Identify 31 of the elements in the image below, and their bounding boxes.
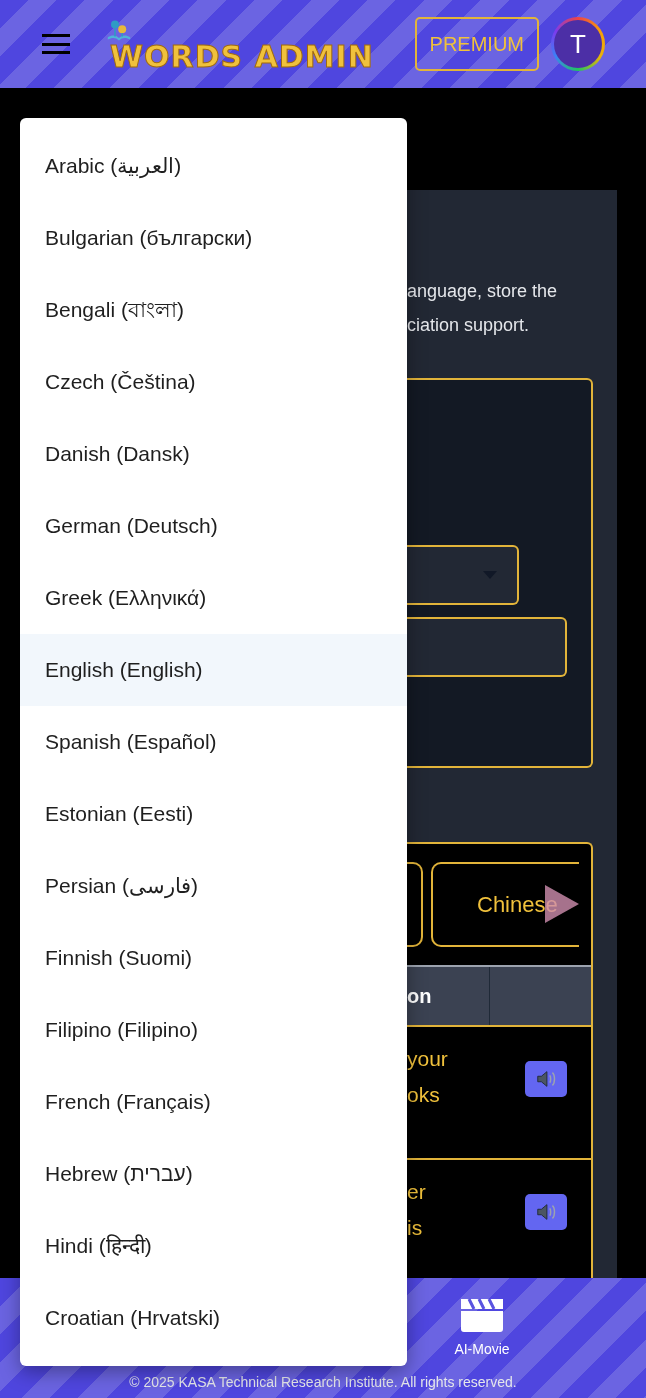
- language-option[interactable]: Arabic (العربية): [20, 130, 407, 202]
- nav-item[interactable]: AI-Movie: [432, 1290, 532, 1360]
- avatar[interactable]: T: [551, 17, 605, 71]
- description-text: ciation support.: [407, 314, 531, 337]
- language-option[interactable]: Finnish (Suomi): [20, 922, 407, 994]
- app-logo: WORDS ADMIN: [110, 42, 374, 72]
- description-text: anguage, store the: [407, 280, 559, 303]
- language-option[interactable]: Filipino (Filipino): [20, 994, 407, 1066]
- table-cell-text: your oks: [407, 1046, 449, 1108]
- language-option[interactable]: Hebrew (עברית): [20, 1138, 407, 1210]
- language-option[interactable]: Bulgarian (български): [20, 202, 407, 274]
- play-audio-button[interactable]: [525, 1060, 567, 1097]
- language-option[interactable]: Bengali (বাংলা): [20, 274, 407, 346]
- language-option[interactable]: Hindi (हिन्दी): [20, 1210, 407, 1282]
- play-audio-button[interactable]: [525, 1193, 567, 1230]
- book-logo-icon: [106, 18, 132, 42]
- table-cell-text: er is: [407, 1179, 427, 1241]
- language-option[interactable]: Persian (فارسی): [20, 850, 407, 922]
- language-option[interactable]: French (Français): [20, 1066, 407, 1138]
- language-option[interactable]: Czech (Čeština): [20, 346, 407, 418]
- language-option[interactable]: Croatian (Hrvatski): [20, 1282, 407, 1354]
- copyright-text: © 2025 KASA Technical Research Institute. All rights reserved.: [128, 1373, 518, 1392]
- menu-icon[interactable]: [42, 34, 70, 54]
- language-option[interactable]: English (English): [20, 634, 407, 706]
- language-option[interactable]: Estonian (Eesti): [20, 778, 407, 850]
- language-select[interactable]: [407, 545, 519, 605]
- language-option[interactable]: Greek (Ελληνικά): [20, 562, 407, 634]
- language-option[interactable]: Spanish (Español): [20, 706, 407, 778]
- text-input[interactable]: [407, 617, 567, 677]
- language-option[interactable]: Danish (Dansk): [20, 418, 407, 490]
- language-option[interactable]: German (Deutsch): [20, 490, 407, 562]
